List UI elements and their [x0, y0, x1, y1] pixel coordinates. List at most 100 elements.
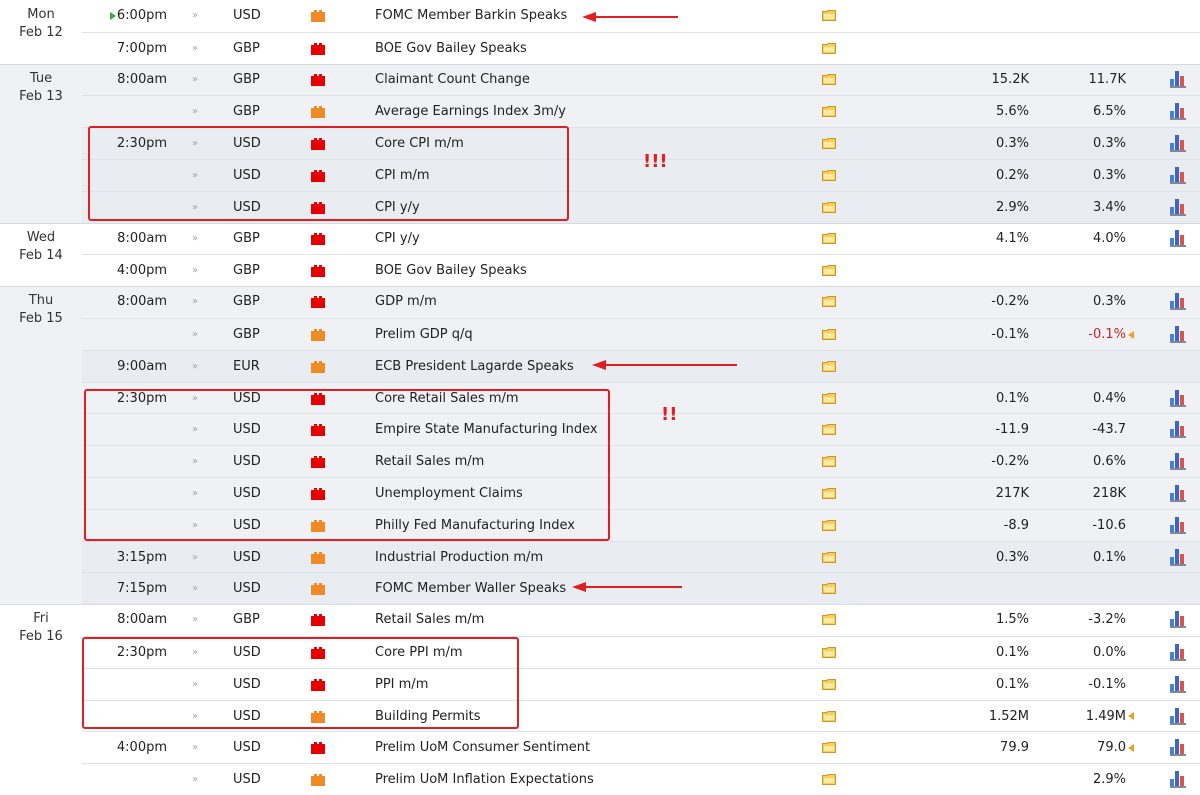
event-title[interactable]: Average Earnings Index 3m/y — [375, 96, 566, 127]
speaker-icon[interactable]: » — [192, 33, 198, 64]
bar-chart-icon[interactable] — [1170, 389, 1186, 407]
bar-chart-icon[interactable] — [1170, 516, 1186, 534]
event-time: 7:00pm — [116, 40, 167, 56]
event-forecast: 2.9% — [1092, 772, 1126, 788]
event-row[interactable]: 7:00pm » GBP BOE Gov Bailey Speaks — [82, 31, 1200, 64]
folder-icon[interactable] — [822, 392, 836, 404]
event-title[interactable]: CPI y/y — [375, 223, 420, 254]
day-name: Wed — [26, 229, 56, 245]
speaker-icon[interactable]: » — [192, 286, 198, 317]
event-row[interactable]: 3:15pm » USD Industrial Production m/m 0.3% 0… — [82, 540, 1200, 573]
speaker-icon[interactable]: » — [192, 255, 198, 286]
event-actual: 4.1% — [995, 230, 1029, 246]
speaker-icon[interactable]: » — [192, 319, 198, 350]
folder-icon[interactable] — [822, 10, 836, 21]
folder-icon[interactable] — [822, 170, 836, 181]
folder-icon[interactable] — [822, 296, 836, 308]
folder-icon[interactable] — [822, 73, 836, 85]
event-actual: -0.1% — [991, 327, 1029, 342]
bar-chart-icon[interactable] — [1170, 198, 1186, 216]
speaker-icon[interactable]: » — [192, 96, 198, 127]
impact-medium-icon — [311, 583, 325, 596]
bar-chart-icon[interactable] — [1170, 739, 1186, 757]
bar-chart-icon[interactable] — [1170, 293, 1186, 311]
bar-chart-icon[interactable] — [1170, 611, 1186, 629]
folder-icon[interactable] — [822, 360, 836, 372]
speaker-icon[interactable]: » — [192, 604, 198, 635]
folder-icon[interactable] — [822, 774, 836, 786]
event-row[interactable]: 8:00am » GBP Claimant Count Change 15.2K 11.7… — [82, 64, 1200, 96]
event-row[interactable]: » GBP Average Earnings Index 3m/y 5.6% 6.5% — [82, 95, 1200, 127]
bar-chart-icon[interactable] — [1170, 70, 1186, 88]
bar-chart-icon[interactable] — [1170, 135, 1186, 153]
speaker-icon[interactable]: » — [192, 573, 198, 604]
folder-icon[interactable] — [822, 488, 836, 499]
bar-chart-icon[interactable] — [1170, 103, 1186, 121]
revision-arrow-icon[interactable] — [1128, 743, 1134, 752]
day-name: Fri — [33, 611, 49, 627]
event-currency: GBP — [233, 263, 260, 279]
speaker-icon[interactable]: » — [192, 764, 198, 795]
folder-icon[interactable] — [822, 201, 836, 213]
bar-chart-icon[interactable] — [1170, 707, 1186, 725]
folder-icon[interactable] — [822, 710, 836, 722]
speaker-icon[interactable]: » — [192, 64, 198, 95]
folder-icon[interactable] — [822, 424, 836, 436]
folder-icon[interactable] — [822, 232, 836, 244]
event-row[interactable]: » USD Prelim UoM Inflation Expectations 2.9… — [82, 763, 1200, 795]
folder-icon[interactable] — [822, 106, 836, 118]
event-row[interactable]: » GBP Prelim GDP q/q -0.1% -0.1% — [82, 318, 1200, 350]
annotation-box — [82, 637, 519, 729]
folder-icon[interactable] — [822, 265, 836, 277]
revision-arrow-icon[interactable] — [1128, 330, 1134, 339]
folder-icon[interactable] — [822, 138, 836, 150]
bar-chart-icon[interactable] — [1170, 675, 1186, 693]
event-title[interactable]: BOE Gov Bailey Speaks — [375, 255, 527, 286]
event-title[interactable]: Retail Sales m/m — [375, 604, 484, 635]
folder-icon[interactable] — [822, 329, 836, 340]
event-actual: 0.1% — [995, 676, 1029, 692]
event-row[interactable]: 4:00pm » USD Prelim UoM Consumer Sentiment 7… — [82, 731, 1200, 763]
event-title[interactable]: FOMC Member Waller Speaks — [375, 573, 566, 604]
folder-icon[interactable] — [822, 583, 836, 595]
event-title[interactable]: GDP m/m — [375, 286, 437, 317]
event-title[interactable]: Claimant Count Change — [375, 64, 530, 95]
event-forecast: 0.3% — [1092, 294, 1126, 310]
event-title[interactable]: Prelim GDP q/q — [375, 319, 473, 350]
event-title[interactable]: Prelim UoM Inflation Expectations — [375, 764, 594, 795]
event-row[interactable]: 4:00pm » GBP BOE Gov Bailey Speaks — [82, 254, 1200, 286]
folder-icon[interactable] — [822, 42, 836, 54]
bar-chart-icon[interactable] — [1170, 453, 1186, 471]
event-row[interactable]: 8:00am » GBP GDP m/m -0.2% 0.3% — [82, 286, 1200, 318]
bar-chart-icon[interactable] — [1170, 771, 1186, 789]
event-title[interactable]: FOMC Member Barkin Speaks — [375, 0, 567, 31]
folder-icon[interactable] — [822, 647, 836, 658]
bar-chart-icon[interactable] — [1170, 485, 1186, 502]
speaker-icon[interactable]: » — [192, 223, 198, 254]
bar-chart-icon[interactable] — [1170, 229, 1186, 247]
folder-icon[interactable] — [822, 519, 836, 531]
speaker-icon[interactable]: » — [192, 0, 198, 31]
event-title[interactable]: ECB President Lagarde Speaks — [375, 351, 574, 382]
folder-icon[interactable] — [822, 614, 836, 626]
bar-chart-icon[interactable] — [1170, 548, 1186, 566]
speaker-icon[interactable]: » — [192, 351, 198, 382]
revision-arrow-icon[interactable] — [1128, 712, 1134, 721]
folder-icon[interactable] — [822, 456, 836, 468]
event-title[interactable]: Industrial Production m/m — [375, 542, 543, 573]
event-title[interactable]: BOE Gov Bailey Speaks — [375, 33, 527, 64]
bar-chart-icon[interactable] — [1170, 326, 1186, 343]
folder-icon[interactable] — [822, 742, 836, 754]
event-title[interactable]: Prelim UoM Consumer Sentiment — [375, 732, 590, 763]
folder-icon[interactable] — [822, 551, 836, 563]
speaker-icon[interactable]: » — [192, 542, 198, 573]
day-date: Feb 16 — [19, 629, 63, 645]
event-row[interactable]: 8:00am » GBP CPI y/y 4.1% 4.0% — [82, 223, 1200, 255]
folder-icon[interactable] — [822, 678, 836, 690]
bar-chart-icon[interactable] — [1170, 644, 1186, 661]
bar-chart-icon[interactable] — [1170, 167, 1186, 184]
speaker-icon[interactable]: » — [192, 732, 198, 763]
event-row[interactable]: 8:00am » GBP Retail Sales m/m 1.5% -3.2% — [82, 604, 1200, 636]
event-currency: USD — [233, 8, 261, 23]
bar-chart-icon[interactable] — [1170, 421, 1186, 439]
